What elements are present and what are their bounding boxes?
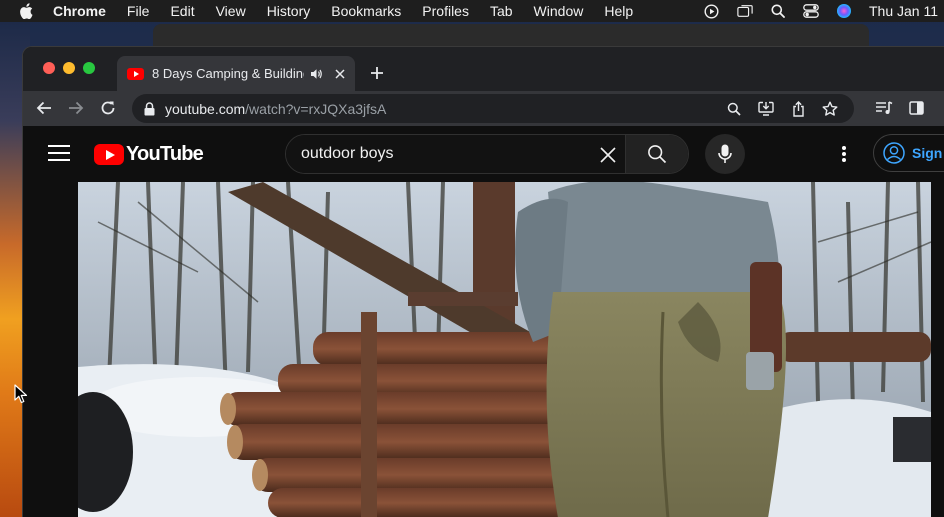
menu-edit[interactable]: Edit bbox=[170, 3, 194, 19]
video-player[interactable] bbox=[78, 182, 931, 517]
omnibox-actions bbox=[726, 94, 854, 123]
youtube-play-logo-icon bbox=[94, 143, 124, 165]
plus-icon[interactable] bbox=[368, 64, 386, 82]
menu-file[interactable]: File bbox=[127, 3, 150, 19]
browser-tab-active[interactable]: 8 Days Camping & Building bbox=[117, 56, 355, 91]
search-icon[interactable] bbox=[770, 3, 786, 19]
back-arrow-icon[interactable] bbox=[35, 99, 53, 117]
menu-help[interactable]: Help bbox=[604, 3, 633, 19]
screen-mirror-icon[interactable] bbox=[737, 3, 753, 19]
menu-bookmarks[interactable]: Bookmarks bbox=[331, 3, 401, 19]
install-icon[interactable] bbox=[758, 101, 774, 117]
url-path: /watch?v=rxJQXa3jfsA bbox=[245, 100, 387, 117]
clear-search-icon[interactable] bbox=[597, 144, 619, 166]
play-circle-icon[interactable] bbox=[704, 3, 720, 19]
menu-history[interactable]: History bbox=[267, 3, 311, 19]
voice-search-button[interactable] bbox=[705, 134, 745, 174]
menu-bar-clock[interactable]: Thu Jan 11 bbox=[869, 3, 938, 19]
lock-icon[interactable] bbox=[144, 101, 156, 116]
menu-app-name[interactable]: Chrome bbox=[53, 3, 106, 19]
menu-window[interactable]: Window bbox=[534, 3, 584, 19]
chrome-window: 8 Days Camping & Building youtube.com/wa… bbox=[22, 46, 944, 517]
sign-in-label: Sign in bbox=[912, 145, 944, 161]
share-icon[interactable] bbox=[790, 100, 806, 117]
close-icon[interactable] bbox=[332, 66, 348, 82]
user-circle-icon bbox=[883, 142, 905, 164]
apple-logo-icon[interactable] bbox=[19, 3, 33, 19]
microphone-icon bbox=[718, 144, 732, 163]
menu-tab[interactable]: Tab bbox=[490, 3, 513, 19]
more-options-icon[interactable] bbox=[836, 143, 852, 165]
address-bar[interactable]: youtube.com/watch?v=rxJQXa3jfsA bbox=[132, 94, 854, 123]
control-center-icon[interactable] bbox=[803, 3, 819, 19]
mouse-cursor-icon bbox=[14, 384, 28, 404]
menu-view[interactable]: View bbox=[216, 3, 246, 19]
bookmark-star-icon[interactable] bbox=[822, 101, 838, 117]
tab-title: 8 Days Camping & Building bbox=[152, 66, 304, 81]
search-button[interactable] bbox=[625, 135, 688, 173]
window-close-button[interactable] bbox=[43, 62, 55, 74]
youtube-favicon bbox=[127, 67, 144, 80]
url-domain: youtube.com bbox=[165, 100, 246, 117]
media-controls-icon[interactable] bbox=[875, 99, 893, 117]
search-input[interactable]: outdoor boys bbox=[286, 135, 625, 173]
browser-toolbar: youtube.com/watch?v=rxJQXa3jfsA bbox=[23, 91, 944, 126]
reload-icon[interactable] bbox=[99, 99, 117, 117]
url-text: youtube.com/watch?v=rxJQXa3jfsA bbox=[165, 101, 386, 117]
background-window bbox=[153, 24, 869, 48]
window-minimize-button[interactable] bbox=[63, 62, 75, 74]
youtube-wordmark: YouTube bbox=[126, 142, 204, 165]
youtube-logo[interactable]: YouTube bbox=[94, 142, 204, 165]
tab-strip: 8 Days Camping & Building bbox=[23, 47, 944, 91]
youtube-search-box: outdoor boys bbox=[285, 134, 689, 174]
side-panel-icon[interactable] bbox=[907, 99, 925, 117]
search-query-text: outdoor boys bbox=[301, 145, 394, 162]
forward-arrow-icon[interactable] bbox=[67, 99, 85, 117]
menu-profiles[interactable]: Profiles bbox=[422, 3, 469, 19]
sign-in-button[interactable]: Sign in bbox=[873, 134, 944, 172]
window-zoom-button[interactable] bbox=[83, 62, 95, 74]
hamburger-menu-icon[interactable] bbox=[48, 143, 70, 163]
macos-menu-bar: Chrome File Edit View History Bookmarks … bbox=[0, 0, 944, 22]
menu-bar-status-area: Thu Jan 11 bbox=[704, 0, 944, 22]
magnifier-icon bbox=[648, 145, 667, 164]
youtube-header: YouTube outdoor boys Sign in bbox=[23, 126, 944, 182]
video-frame bbox=[78, 182, 931, 517]
speaker-icon[interactable] bbox=[310, 67, 324, 81]
siri-icon[interactable] bbox=[836, 3, 852, 19]
zoom-icon[interactable] bbox=[726, 101, 742, 117]
